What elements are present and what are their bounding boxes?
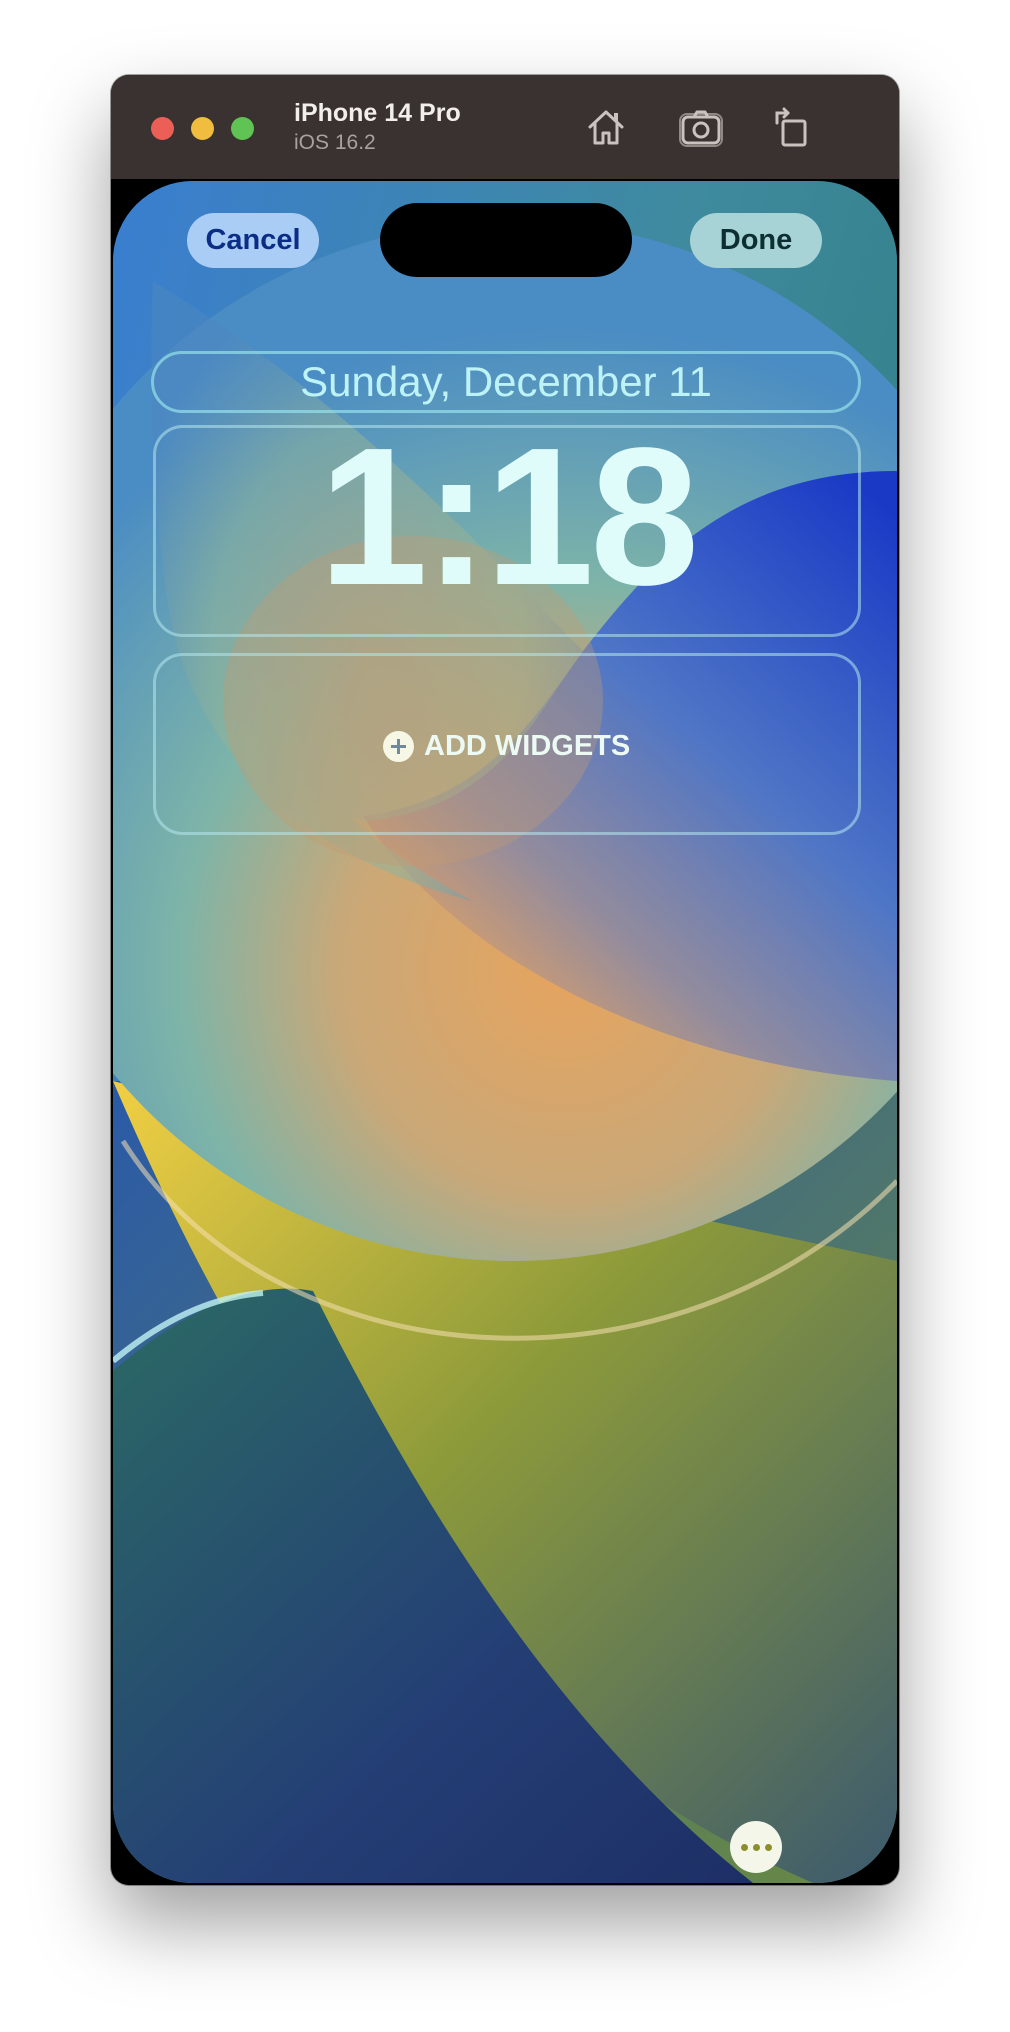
cancel-button[interactable]: Cancel [187, 213, 319, 268]
add-widgets-label: ADD WIDGETS [424, 729, 631, 762]
add-widgets-button[interactable]: ADD WIDGETS [383, 729, 630, 763]
home-icon[interactable] [582, 103, 630, 151]
title-bar: iPhone 14 Pro iOS 16.2 [111, 75, 899, 179]
device-name: iPhone 14 Pro [294, 99, 461, 127]
close-window-button[interactable] [151, 117, 174, 140]
minimize-window-button[interactable] [191, 117, 214, 140]
lock-screen: Cancel Done Sunday, December 11 1:18 ADD… [113, 181, 897, 1883]
simulator-window: iPhone 14 Pro iOS 16.2 Cancel Done Sunda… [111, 75, 899, 1885]
dot [764, 1843, 772, 1851]
ellipsis-icon[interactable] [730, 1821, 782, 1873]
zoom-window-button[interactable] [231, 117, 254, 140]
lockscreen-date: Sunday, December 11 [300, 358, 712, 405]
screenshot-icon[interactable] [677, 103, 725, 151]
dynamic-island [380, 203, 632, 277]
dot [740, 1843, 748, 1851]
dot [752, 1843, 760, 1851]
plus-circle-icon [383, 730, 414, 762]
lockscreen-time: 1:18 [318, 407, 699, 626]
done-button[interactable]: Done [690, 213, 822, 268]
rotate-icon[interactable] [766, 103, 814, 151]
os-version: iOS 16.2 [294, 131, 376, 154]
